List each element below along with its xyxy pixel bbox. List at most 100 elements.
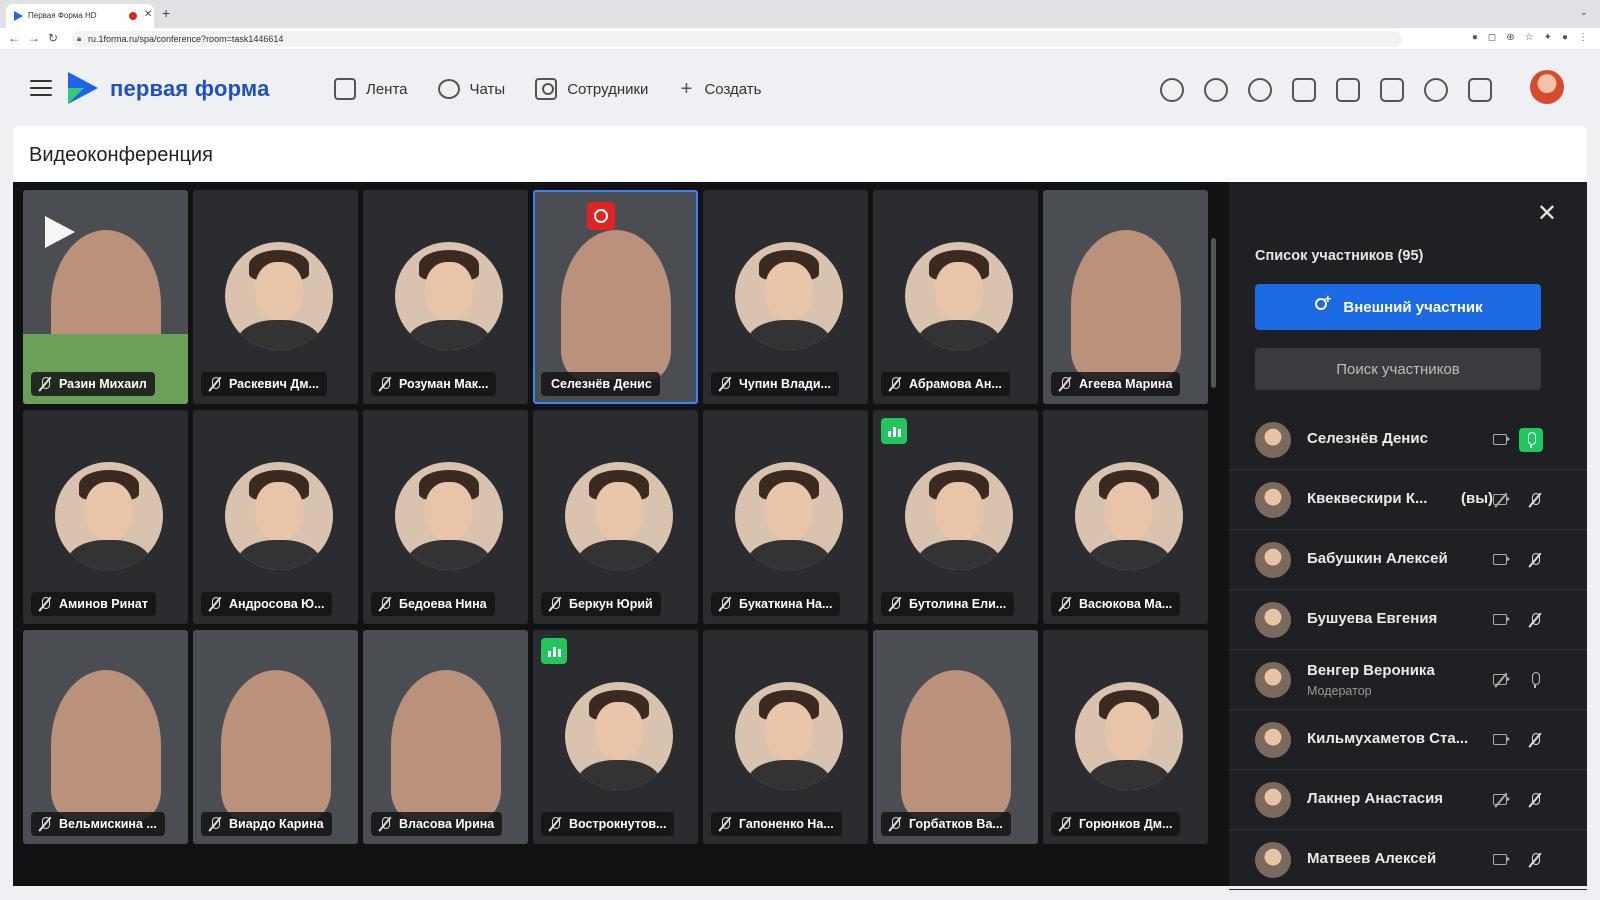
participant-search-input[interactable] xyxy=(1255,348,1541,390)
participant-tile[interactable]: Андросова Ю... xyxy=(193,410,358,624)
participant-tile[interactable]: Бутолина Ели... xyxy=(873,410,1038,624)
participant-row[interactable]: Квеквескири К... (вы) xyxy=(1229,470,1587,530)
participant-tile[interactable]: Раскевич Дм... xyxy=(193,190,358,404)
share-icon[interactable]: ◻ xyxy=(1488,32,1496,43)
avatar xyxy=(1255,782,1291,818)
page-title: Видеоконференция xyxy=(29,144,213,166)
participant-row[interactable]: Бушуева Евгения xyxy=(1229,590,1587,650)
participant-tile[interactable]: Разин Михаил xyxy=(23,190,188,404)
mail-icon[interactable] xyxy=(1292,78,1316,102)
participant-tile[interactable]: Виардо Карина xyxy=(193,630,358,844)
camera-icon[interactable] xyxy=(1493,614,1510,625)
participant-name: Абрамова Ан... xyxy=(909,377,1002,391)
brand-overlay-icon xyxy=(45,216,75,248)
camera-icon[interactable] xyxy=(1493,554,1510,565)
participant-name: Горюнков Дм... xyxy=(1079,817,1173,831)
participant-tile[interactable]: Горюнков Дм... xyxy=(1043,630,1208,844)
nav-chats[interactable]: Чаты xyxy=(437,78,505,100)
profile-icon[interactable]: ● xyxy=(1562,32,1568,43)
participant-tile[interactable]: Власова Ирина xyxy=(363,630,528,844)
nav-employees[interactable]: Сотрудники xyxy=(535,78,648,100)
participant-tile[interactable]: Горбатков Ва... xyxy=(873,630,1038,844)
docs-icon[interactable] xyxy=(1380,78,1404,102)
mic-off-icon[interactable] xyxy=(1525,790,1545,810)
camera-icon[interactable] xyxy=(1493,434,1510,445)
help-icon[interactable] xyxy=(1424,78,1448,102)
zoom-icon[interactable]: ⊕ xyxy=(1506,32,1514,43)
close-icon[interactable]: ✕ xyxy=(1537,202,1557,226)
participant-tile[interactable]: Беркун Юрий xyxy=(533,410,698,624)
participant-tile[interactable]: Аминов Ринат xyxy=(23,410,188,624)
participant-tile[interactable]: Букаткина На... xyxy=(703,410,868,624)
mic-off-icon[interactable] xyxy=(1525,490,1545,510)
participant-tile[interactable]: Вострокнутов... xyxy=(533,630,698,844)
external-participant-label: Внешний участник xyxy=(1343,298,1483,316)
camera-off-icon[interactable] xyxy=(1493,674,1510,685)
avatar xyxy=(1255,842,1291,878)
tab-list-chevron-icon[interactable]: ⌄ xyxy=(1580,7,1588,18)
url-field[interactable]: 🔒︎ ru.1forma.ru/spa/conference?room=task… xyxy=(72,31,1402,47)
participant-tile[interactable]: Абрамова Ан... xyxy=(873,190,1038,404)
mic-active-icon[interactable] xyxy=(1519,428,1543,452)
alarm-icon[interactable] xyxy=(1204,78,1228,102)
external-participant-button[interactable]: Внешний участник xyxy=(1255,284,1541,330)
participant-row[interactable]: Кильмухаметов Ста... xyxy=(1229,710,1587,770)
participant-name: Раскевич Дм... xyxy=(229,377,319,391)
participant-tile[interactable]: Вельмискина ... xyxy=(23,630,188,844)
avatar xyxy=(395,242,503,350)
participant-nameplate: Букаткина На... xyxy=(711,592,841,616)
search-icon[interactable] xyxy=(1160,78,1184,102)
star-bookmark-icon[interactable]: ☆ xyxy=(1525,32,1534,43)
participant-row[interactable]: Бабушкин Алексей xyxy=(1229,530,1587,590)
mic-off-icon[interactable] xyxy=(1525,610,1545,630)
participant-tile[interactable]: Розуман Мак... xyxy=(363,190,528,404)
camera-icon[interactable] xyxy=(1493,734,1510,745)
mic-browser-icon[interactable]: ● xyxy=(1472,32,1478,43)
video-feed xyxy=(561,230,671,380)
alert-icon[interactable] xyxy=(1336,78,1360,102)
camera-off-icon[interactable] xyxy=(1493,794,1510,805)
mic-icon[interactable] xyxy=(1525,670,1545,690)
avatar xyxy=(395,462,503,570)
camera-icon[interactable] xyxy=(1493,854,1510,865)
hamburger-menu-icon[interactable] xyxy=(30,80,52,96)
grid-scrollbar[interactable] xyxy=(1211,238,1216,388)
participant-tile[interactable]: Гапоненко На... xyxy=(703,630,868,844)
participant-tile[interactable]: Васюкова Ма... xyxy=(1043,410,1208,624)
nav-feed[interactable]: Лента xyxy=(334,78,408,100)
participant-tile[interactable]: Агеева Марина xyxy=(1043,190,1208,404)
avatar xyxy=(1075,682,1183,790)
menu-dots-icon[interactable]: ⋮ xyxy=(1578,32,1588,43)
participant-row[interactable]: Матвеев Алексей xyxy=(1229,830,1587,890)
mic-off-icon[interactable] xyxy=(1525,550,1545,570)
participant-tile[interactable]: Селезнёв Денис xyxy=(533,190,698,404)
logo-accent-icon xyxy=(68,88,84,104)
browser-tab[interactable]: Первая Форма HD ✕ xyxy=(6,4,154,28)
mic-off-icon xyxy=(39,816,51,832)
reload-icon[interactable]: ↻ xyxy=(48,31,58,45)
participant-row[interactable]: Селезнёв Денис xyxy=(1229,410,1587,470)
logo-text[interactable]: первая форма xyxy=(110,76,270,102)
participant-tile[interactable]: Бедоева Нина xyxy=(363,410,528,624)
forward-icon[interactable]: → xyxy=(28,31,40,45)
participant-row[interactable]: Венгер Вероника Модератор xyxy=(1229,650,1587,710)
camera-off-icon[interactable] xyxy=(1493,494,1510,505)
participant-row[interactable]: Лакнер Анастасия xyxy=(1229,770,1587,830)
calendar-icon[interactable] xyxy=(1468,78,1492,102)
back-icon[interactable]: ← xyxy=(8,31,20,45)
user-avatar[interactable] xyxy=(1530,70,1564,104)
mic-off-icon xyxy=(889,376,901,392)
nav-create[interactable]: + Создать xyxy=(678,78,762,100)
extensions-icon[interactable]: ✦ xyxy=(1544,32,1552,43)
url-text: ru.1forma.ru/spa/conference?room=task144… xyxy=(88,34,284,44)
participant-tile[interactable]: Чупин Влади... xyxy=(703,190,868,404)
new-tab-button[interactable]: + xyxy=(162,5,170,21)
mic-off-icon[interactable] xyxy=(1525,850,1545,870)
participant-name: Разин Михаил xyxy=(59,377,147,391)
participant-nameplate: Вельмискина ... xyxy=(31,812,165,836)
mic-off-glyph-icon xyxy=(1529,612,1541,628)
star-icon[interactable] xyxy=(1248,78,1272,102)
avatar xyxy=(735,682,843,790)
tab-close-icon[interactable]: ✕ xyxy=(144,9,152,20)
mic-off-icon[interactable] xyxy=(1525,730,1545,750)
